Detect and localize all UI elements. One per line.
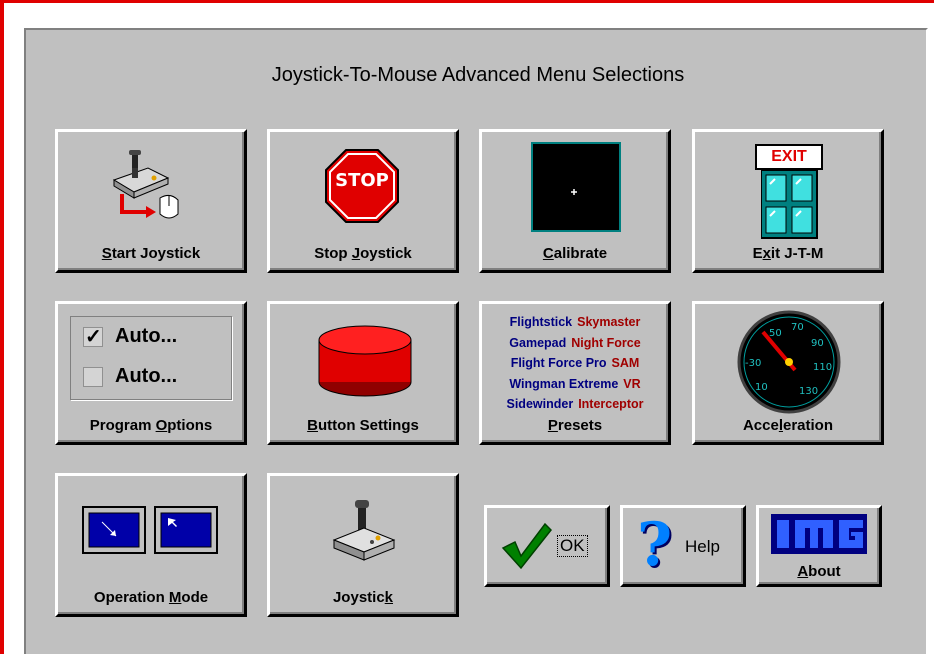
exit-label: Exit J-T-M <box>752 245 824 262</box>
exit-door-icon: EXIT <box>755 144 823 240</box>
operation-mode-label: Operation Mode <box>93 589 209 606</box>
gauge-label: 130 <box>799 386 818 397</box>
exit-sign: EXIT <box>755 144 823 170</box>
help-label: Help <box>685 537 720 556</box>
gauge-label: 110 <box>813 362 832 373</box>
monitors-icon <box>82 506 218 554</box>
calibrate-screen-icon <box>531 142 621 232</box>
presets-button[interactable]: Flightstick Skymaster Gamepad Night Force … <box>479 301 671 445</box>
img-logo-icon <box>771 514 867 554</box>
preset-row: Wingman Extreme VR <box>509 376 641 391</box>
program-options-label: Program Options <box>89 417 213 434</box>
exit-sign-text: EXIT <box>771 148 807 165</box>
joystick-label: Joystick <box>332 589 394 606</box>
stop-sign-text: STOP <box>335 170 389 191</box>
joystick-icon <box>332 500 396 561</box>
checkmark-icon <box>501 522 553 570</box>
preset-list: Flightstick Skymaster Gamepad Night Force … <box>482 312 668 415</box>
calibrate-label: Calibrate <box>542 245 608 262</box>
joystick-mouse-icon <box>112 150 179 219</box>
gauge-label: 50 <box>769 328 782 339</box>
stop-sign-icon: STOP <box>324 148 400 224</box>
options-group: ✓ Auto... Auto... <box>70 316 232 400</box>
gauge-label: 90 <box>811 338 824 349</box>
operation-mode-button[interactable]: Operation Mode <box>55 473 247 617</box>
option-label-1: Auto... <box>115 325 178 347</box>
ok-button[interactable]: OK <box>484 505 610 587</box>
program-options-button[interactable]: ✓ Auto... Auto... Program Options <box>55 301 247 445</box>
help-button[interactable]: ? Help <box>620 505 746 587</box>
gauge-label: 70 <box>791 322 804 333</box>
menu-panel: Joystick-To-Mouse Advanced Menu Selectio… <box>24 28 928 654</box>
menu-title: Joystick-To-Mouse Advanced Menu Selectio… <box>271 64 685 86</box>
button-settings-label: Button Settings <box>307 417 419 434</box>
acceleration-label: Acceleration <box>742 417 834 434</box>
about-button[interactable]: About <box>756 505 882 587</box>
option-checkbox-2 <box>83 367 103 387</box>
start-joystick-label: Start Joystick <box>101 245 201 262</box>
speedometer-icon: 50 70 90 110 130 10 -30 <box>737 310 841 414</box>
preset-row: Flightstick Skymaster <box>509 315 641 329</box>
option-checkbox-1: ✓ <box>83 326 103 348</box>
button-settings-button[interactable]: Button Settings <box>267 301 459 445</box>
checkmark-glyph: ✓ <box>85 326 102 348</box>
gauge-label: -30 <box>745 358 761 369</box>
option-label-2: Auto... <box>115 365 178 387</box>
question-mark-icon: ? <box>637 510 673 580</box>
presets-label: Presets <box>547 417 603 434</box>
stop-joystick-label: Stop Joystick <box>314 245 412 262</box>
preset-row: Gamepad Night Force <box>509 335 641 350</box>
preset-row: Flight Force Pro SAM <box>510 356 640 370</box>
acceleration-button[interactable]: 50 70 90 110 130 10 -30 Acceleration <box>692 301 884 445</box>
about-label: About <box>797 563 841 580</box>
calibrate-button[interactable]: Calibrate <box>479 129 671 273</box>
stop-joystick-button[interactable]: STOP Stop Joystick <box>267 129 459 273</box>
start-joystick-button[interactable]: Start Joystick <box>55 129 247 273</box>
gauge-label: 10 <box>755 382 768 393</box>
ok-label: OK <box>557 535 588 557</box>
joystick-button[interactable]: Joystick <box>267 473 459 617</box>
preset-row: Sidewinder Interceptor <box>506 397 644 411</box>
red-button-icon <box>318 325 412 397</box>
exit-button[interactable]: EXIT Exit J-T-M <box>692 129 884 273</box>
